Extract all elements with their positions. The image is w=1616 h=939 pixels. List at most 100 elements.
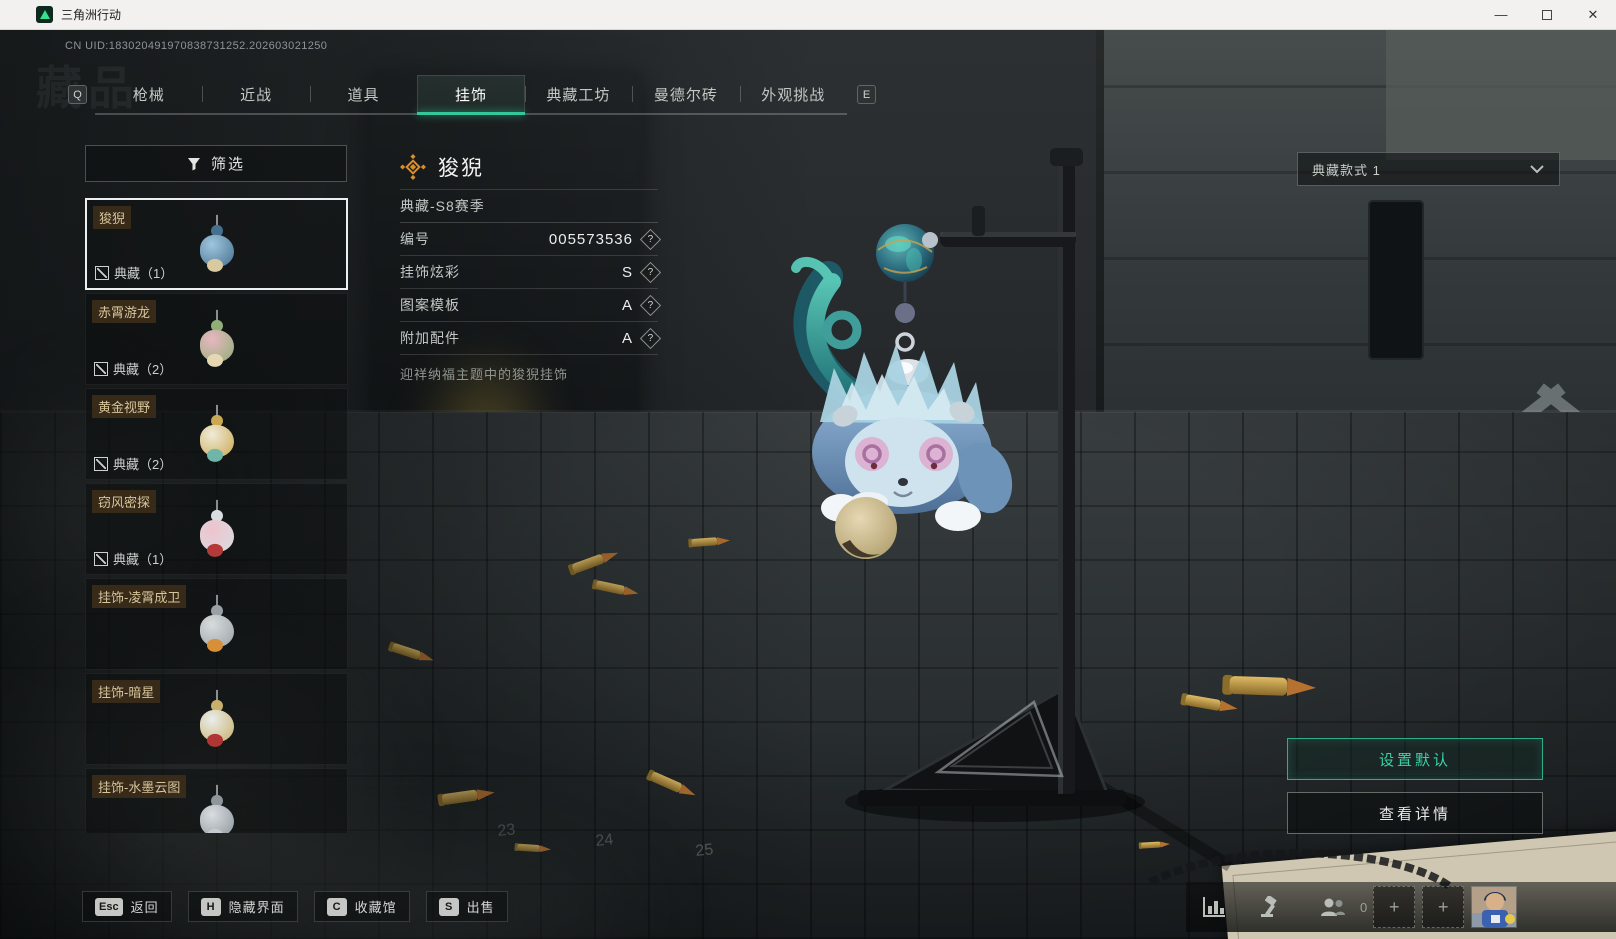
minimize-button[interactable]: — xyxy=(1478,0,1524,29)
collection-quality-icon xyxy=(400,154,426,180)
help-icon[interactable]: ? xyxy=(640,327,661,348)
crate-latch xyxy=(1368,200,1424,360)
tab-5[interactable]: 典藏工坊 xyxy=(525,75,632,113)
shortcut-label: 隐藏界面 xyxy=(229,897,285,916)
detail-row-value: A xyxy=(622,330,633,347)
next-tab-keycap[interactable]: E xyxy=(857,85,876,104)
app-logo-icon xyxy=(36,6,53,23)
keycap: S xyxy=(439,898,459,916)
game-viewport: 23 24 25 藏品 CN UID:183020491970838731252… xyxy=(0,30,1616,939)
detail-row-label: 图案模板 xyxy=(400,295,460,315)
keycap: Esc xyxy=(95,898,123,916)
chevron-down-icon xyxy=(1529,164,1545,174)
keycap: C xyxy=(327,898,347,916)
tab-6[interactable]: 曼德尔砖 xyxy=(632,75,739,113)
charm-thumbnail xyxy=(194,595,240,651)
player-avatar[interactable] xyxy=(1471,886,1517,928)
charm-thumbnail xyxy=(194,500,240,556)
add-slot-button[interactable]: + xyxy=(1373,886,1415,928)
charm-name-badge: 狻猊 xyxy=(93,206,131,229)
collection-icon xyxy=(94,457,108,471)
friends-count: 0 xyxy=(1360,900,1367,915)
filter-label: 筛选 xyxy=(211,153,245,174)
collection-count-badge: 典藏（1） xyxy=(95,263,173,282)
shortcut-esc[interactable]: Esc 返回 xyxy=(82,891,172,922)
friends-button[interactable] xyxy=(1298,886,1368,928)
os-titlebar: 三角洲行动 — ✕ xyxy=(0,0,1616,30)
charm-list-item[interactable]: 狻猊典藏（1） xyxy=(85,198,348,290)
charm-thumbnail xyxy=(194,310,240,366)
help-icon[interactable]: ? xyxy=(640,294,661,315)
charm-thumbnail xyxy=(194,405,240,461)
detail-panel: 狻猊 典藏-S8赛季 编号 005573536? 挂饰炫彩 S? 图案模板 A? 附加配件 A… xyxy=(400,145,658,383)
add-slot-button[interactable]: + xyxy=(1422,886,1464,928)
charm-description: 迎祥纳福主题中的狻猊挂饰 xyxy=(400,354,658,383)
charm-name-badge: 挂饰-暗星 xyxy=(92,680,160,703)
help-icon[interactable]: ? xyxy=(640,228,661,249)
close-button[interactable]: ✕ xyxy=(1570,0,1616,29)
charm-list-item[interactable]: 黄金视野典藏（2） xyxy=(85,388,348,480)
charm-name-badge: 挂饰-水墨云图 xyxy=(92,775,186,798)
filter-button[interactable]: 筛选 xyxy=(85,145,347,182)
keycap: H xyxy=(201,898,221,916)
detail-row-label: 编号 xyxy=(400,229,430,249)
shortcut-c[interactable]: C 收藏馆 xyxy=(314,891,410,922)
stats-button[interactable] xyxy=(1186,886,1242,928)
charm-list-item[interactable]: 挂饰-暗星 xyxy=(85,673,348,765)
collection-count-badge: 典藏（2） xyxy=(94,359,172,378)
detail-row-value: 005573536 xyxy=(549,231,633,248)
detail-row-label: 附加配件 xyxy=(400,328,460,348)
bar-chart-icon xyxy=(1202,896,1226,918)
collection-icon xyxy=(95,266,109,280)
detail-row-value: S xyxy=(622,264,633,281)
shortcut-s[interactable]: S 出售 xyxy=(426,891,508,922)
shortcut-h[interactable]: H 隐藏界面 xyxy=(188,891,298,922)
detail-row: 图案模板 A? xyxy=(400,288,658,321)
shortcut-label: 返回 xyxy=(131,897,159,916)
tab-3[interactable]: 道具 xyxy=(310,75,417,113)
app-window: 三角洲行动 — ✕ xyxy=(0,0,1616,939)
social-bar: 0 + + xyxy=(1186,882,1616,932)
collection-icon xyxy=(94,552,108,566)
friends-icon xyxy=(1319,896,1347,918)
help-icon[interactable]: ? xyxy=(640,261,661,282)
auction-button[interactable] xyxy=(1242,886,1298,928)
tab-4[interactable]: 挂饰 xyxy=(417,75,524,113)
gavel-icon xyxy=(1258,896,1282,918)
charm-list-item[interactable]: 挂饰-水墨云图 xyxy=(85,768,348,833)
collection-count-badge: 典藏（2） xyxy=(94,454,172,473)
tab-1[interactable]: 枪械 xyxy=(95,75,202,113)
charm-list: 狻猊典藏（1）赤霄游龙典藏（2）黄金视野典藏（2）窃风密探典藏（1）挂饰-凌霄成… xyxy=(85,198,350,833)
charm-list-item[interactable]: 挂饰-凌霄成卫 xyxy=(85,578,348,670)
charm-name-badge: 窃风密探 xyxy=(92,490,156,513)
style-dropdown-value: 典藏款式 1 xyxy=(1312,160,1381,179)
detail-row: 挂饰炫彩 S? xyxy=(400,255,658,288)
shortcut-label: 收藏馆 xyxy=(355,897,397,916)
tab-2[interactable]: 近战 xyxy=(202,75,309,113)
category-tabbar: 枪械近战道具挂饰典藏工坊曼德尔砖外观挑战 xyxy=(95,75,847,115)
charm-list-item[interactable]: 赤霄游龙典藏（2） xyxy=(85,293,348,385)
charm-thumbnail xyxy=(194,215,240,271)
charm-name-badge: 黄金视野 xyxy=(92,395,156,418)
maximize-button[interactable] xyxy=(1524,0,1570,29)
charm-title: 狻猊 xyxy=(438,152,484,182)
style-dropdown[interactable]: 典藏款式 1 xyxy=(1297,152,1560,186)
tab-7[interactable]: 外观挑战 xyxy=(740,75,847,113)
charm-list-item[interactable]: 窃风密探典藏（1） xyxy=(85,483,348,575)
shortcut-label: 出售 xyxy=(467,897,495,916)
window-title: 三角洲行动 xyxy=(61,6,121,23)
charm-thumbnail xyxy=(194,785,240,833)
set-default-button[interactable]: 设置默认 xyxy=(1287,738,1543,780)
shortcut-bar: Esc 返回 H 隐藏界面 C 收藏馆 S 出售 xyxy=(82,891,508,922)
collection-icon xyxy=(94,362,108,376)
collection-count-badge: 典藏（1） xyxy=(94,549,172,568)
view-details-button[interactable]: 查看详情 xyxy=(1287,792,1543,834)
prev-tab-keycap[interactable]: Q xyxy=(68,85,87,104)
avatar-image xyxy=(1472,887,1517,928)
detail-row-label: 挂饰炫彩 xyxy=(400,262,460,282)
charm-name-badge: 赤霄游龙 xyxy=(92,300,156,323)
season-label: 典藏-S8赛季 xyxy=(400,196,485,216)
uid-text: CN UID:183020491970838731252.20260302125… xyxy=(65,40,327,52)
detail-row-value: A xyxy=(622,297,633,314)
scene-crate-top-right xyxy=(1386,30,1616,160)
